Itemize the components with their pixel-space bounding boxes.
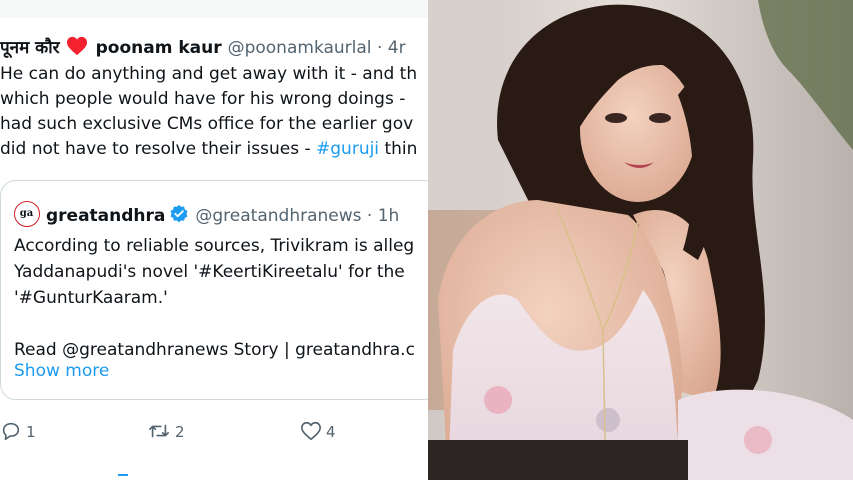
quote-handle[interactable]: @greatandhranews	[195, 206, 361, 226]
quote-line: According to reliable sources, Trivikram…	[14, 236, 415, 256]
quote-line: Yaddanapudi's novel '#KeertiKireetalu' f…	[14, 262, 411, 282]
avatar-text: ga	[19, 208, 34, 219]
separator-dot: ·	[376, 38, 383, 58]
divider	[118, 474, 128, 480]
tweet-line: He can do anything and get away with it …	[0, 64, 418, 84]
quote-time[interactable]: 1h	[378, 206, 400, 226]
author-name[interactable]: poonam kaur	[96, 38, 222, 58]
tweet-card: पूनम कौर poonam kaur @poonamkaurlal · 4r H…	[0, 0, 428, 480]
repost-button[interactable]: 2	[147, 420, 185, 444]
quote-header: ga greatandhra @greatandhranews · 1h	[14, 201, 400, 227]
tweet-time[interactable]: 4r	[388, 38, 406, 58]
author-handle[interactable]: @poonamkaurlal	[228, 38, 372, 58]
reply-count: 1	[26, 423, 36, 441]
avatar[interactable]: ga	[14, 201, 40, 227]
tweet-line: did not have to resolve their issues -	[0, 139, 317, 159]
heart-icon	[66, 36, 88, 63]
tweet-line: which people would have for his wrong do…	[0, 89, 411, 109]
reply-button[interactable]: 1	[0, 420, 36, 444]
tweet-text: He can do anything and get away with it …	[0, 62, 428, 162]
quote-author-name[interactable]: greatandhra	[46, 206, 165, 226]
like-icon	[301, 421, 321, 441]
show-more-link[interactable]: Show more	[14, 359, 109, 383]
tweet-actions: 1 2 4	[0, 420, 428, 444]
hashtag-link[interactable]: #guruji	[316, 139, 379, 159]
like-count: 4	[326, 423, 336, 441]
quote-line: '#GunturKaaram.'	[14, 288, 168, 308]
repost-icon	[149, 424, 169, 438]
separator-dot: ·	[366, 206, 373, 226]
tweet-line-tail: thin	[379, 139, 418, 159]
like-button[interactable]: 4	[300, 420, 336, 444]
top-band	[0, 0, 428, 18]
quoted-tweet[interactable]: ga greatandhra @greatandhranews · 1h Accor…	[0, 180, 428, 400]
quote-text: According to reliable sources, Trivikram…	[14, 233, 415, 363]
tweet-header: पूनम कौर poonam kaur @poonamkaurlal · 4r	[0, 36, 406, 60]
repost-count: 2	[175, 423, 185, 441]
portrait-photo	[428, 0, 853, 480]
verified-badge-icon	[169, 204, 189, 231]
quote-read-line[interactable]: Read @greatandhranews Story | greatandhr…	[14, 340, 415, 360]
author-hindi-name[interactable]: पूनम कौर	[0, 38, 60, 58]
reply-icon	[2, 422, 20, 441]
tweet-line: had such exclusive CMs office for the ea…	[0, 114, 414, 134]
